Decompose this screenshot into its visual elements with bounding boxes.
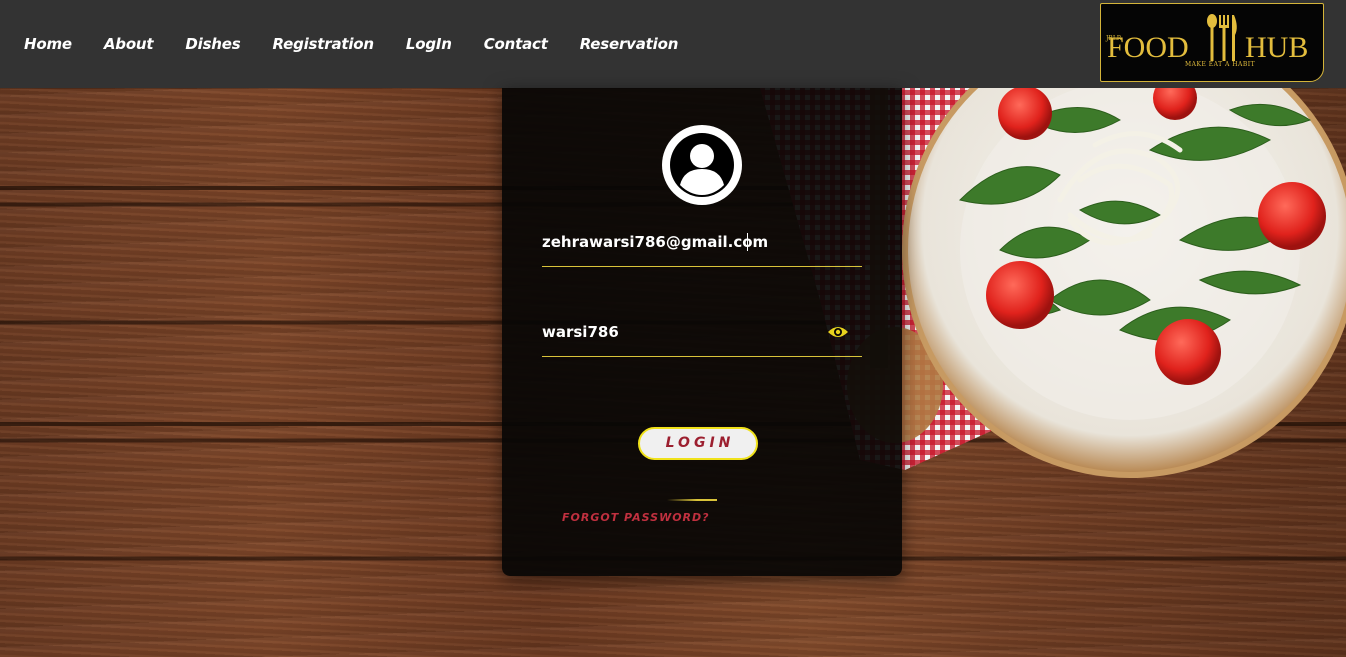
- nav-menu: Home About Dishes Registration LogIn Con…: [24, 35, 710, 53]
- logo-tagline: MAKE EAT A HABIT: [1185, 61, 1256, 68]
- nav-login-link[interactable]: LogIn: [406, 35, 452, 53]
- nav-contact-link[interactable]: Contact: [484, 35, 548, 53]
- divider-line: [667, 499, 717, 501]
- logo-word-hub: HUB: [1245, 31, 1309, 64]
- email-input[interactable]: [542, 222, 822, 262]
- cutlery-icon: [1207, 14, 1237, 61]
- password-field: [542, 312, 862, 357]
- nav-dishes-link[interactable]: Dishes: [185, 35, 240, 53]
- logo-word-food: FOOD: [1107, 31, 1189, 64]
- password-input[interactable]: [542, 312, 822, 352]
- text-caret: [747, 233, 748, 251]
- nav-about-link[interactable]: About: [104, 35, 154, 53]
- eye-icon[interactable]: [827, 325, 849, 339]
- top-navbar: Home About Dishes Registration LogIn Con…: [0, 0, 1346, 88]
- forgot-password-link[interactable]: FORGOT PASSWORD?: [562, 511, 710, 524]
- nav-reservation-link[interactable]: Reservation: [580, 35, 679, 53]
- login-button[interactable]: LOGIN: [638, 427, 758, 460]
- login-card: LOGIN FORGOT PASSWORD?: [502, 88, 902, 576]
- nav-home-link[interactable]: Home: [24, 35, 72, 53]
- user-circle-icon: [662, 125, 742, 205]
- nav-registration-link[interactable]: Registration: [273, 35, 375, 53]
- food-hub-logo[interactable]: JBLR FOOD HUB MAKE EAT A HABIT: [1100, 3, 1324, 82]
- email-field: [542, 222, 862, 267]
